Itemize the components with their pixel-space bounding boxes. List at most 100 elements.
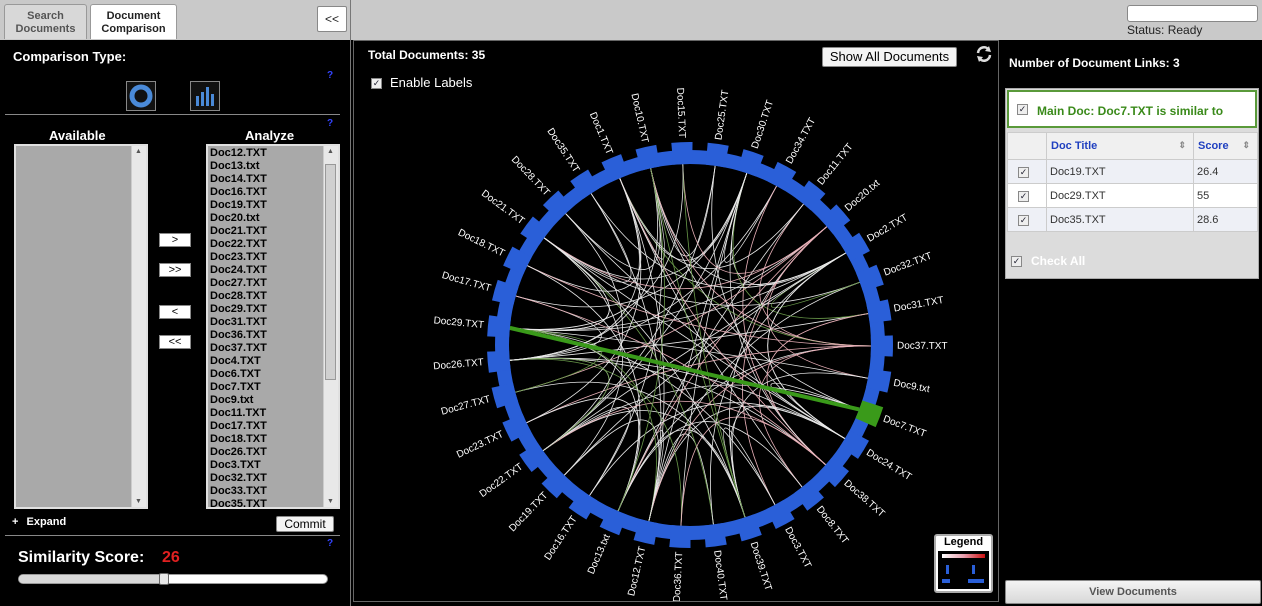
chord-link[interactable]: [742, 185, 826, 466]
node-label[interactable]: Doc17.TXT: [441, 270, 493, 294]
list-item[interactable]: Doc28.TXT: [208, 290, 338, 303]
chord-link[interactable]: [619, 178, 826, 466]
list-item[interactable]: Doc32.TXT: [208, 472, 338, 485]
list-item[interactable]: Doc17.TXT: [208, 420, 338, 433]
node-label[interactable]: Doc30.TXT: [750, 99, 776, 150]
node-label[interactable]: Doc13.txt: [586, 533, 613, 576]
similarity-slider[interactable]: [18, 573, 328, 585]
list-item[interactable]: Doc21.TXT: [208, 225, 338, 238]
list-item[interactable]: Doc16.TXT: [208, 186, 338, 199]
node-label[interactable]: Doc24.TXT: [864, 447, 913, 483]
row-checkbox[interactable]: ✓: [1018, 215, 1029, 226]
scroll-thumb[interactable]: [325, 164, 336, 380]
collapse-panel-button[interactable]: <<: [317, 6, 347, 32]
list-item[interactable]: Doc11.TXT: [208, 407, 338, 420]
row-checkbox[interactable]: ✓: [1018, 167, 1029, 178]
doc-title-column-header[interactable]: Doc Title ⇕: [1046, 132, 1194, 160]
list-item[interactable]: Doc6.TXT: [208, 368, 338, 381]
tab-document-comparison[interactable]: Document Comparison: [90, 4, 177, 39]
chord-link[interactable]: [527, 265, 872, 347]
expand-toggle[interactable]: + Expand: [12, 516, 66, 528]
node-label[interactable]: Doc29.TXT: [433, 315, 484, 331]
chord-link[interactable]: [509, 357, 846, 439]
node-label[interactable]: Doc39.TXT: [748, 541, 774, 593]
node-label[interactable]: Doc32.TXT: [882, 251, 933, 279]
node-label[interactable]: Doc38.TXT: [841, 478, 886, 520]
node-label[interactable]: Doc31.TXT: [893, 295, 945, 315]
main-doc-checkbox[interactable]: ✓: [1017, 104, 1028, 115]
list-item[interactable]: Doc3.TXT: [208, 459, 338, 472]
node-label[interactable]: Doc35.TXT: [544, 126, 581, 174]
tab-search-documents[interactable]: Search Documents: [4, 4, 87, 39]
commit-button[interactable]: Commit: [276, 516, 334, 532]
node-label[interactable]: Doc11.TXT: [816, 142, 856, 188]
help-icon[interactable]: ?: [327, 118, 333, 129]
check-all-checkbox[interactable]: ✓: [1011, 256, 1022, 267]
node-label[interactable]: Doc10.TXT: [628, 92, 650, 144]
node-label[interactable]: Doc16.TXT: [543, 514, 580, 562]
node-arc[interactable]: [487, 315, 511, 338]
chord-link[interactable]: [650, 168, 847, 285]
analyze-list[interactable]: Doc12.TXT Doc13.txt Doc14.TXT Doc16.TXT Doc1…: [206, 144, 340, 509]
list-item[interactable]: Doc26.TXT: [208, 446, 338, 459]
table-row[interactable]: ✓ Doc29.TXT 55: [1007, 183, 1258, 208]
list-item[interactable]: Doc33.TXT: [208, 485, 338, 498]
list-item[interactable]: Doc31.TXT: [208, 316, 338, 329]
chord-link[interactable]: [619, 178, 803, 488]
list-item[interactable]: Doc18.TXT: [208, 433, 338, 446]
node-label[interactable]: Doc34.TXT: [784, 116, 818, 166]
chord-link[interactable]: [680, 416, 826, 526]
node-label[interactable]: Doc9.txt: [892, 378, 930, 396]
node-label[interactable]: Doc2.TXT: [866, 212, 910, 244]
list-item[interactable]: Doc23.TXT: [208, 251, 338, 264]
list-item[interactable]: Doc13.txt: [208, 160, 338, 173]
slider-thumb[interactable]: [158, 573, 169, 585]
node-label[interactable]: Doc23.TXT: [455, 429, 505, 461]
view-documents-button[interactable]: View Documents: [1005, 580, 1261, 604]
list-item[interactable]: Doc24.TXT: [208, 264, 338, 277]
node-label[interactable]: Doc7.TXT: [881, 414, 927, 440]
status-field[interactable]: [1127, 5, 1258, 22]
chord-diagram[interactable]: Doc25.TXT Doc30.TXT Doc34.TXTDoc11.TXTDoc2…: [354, 41, 998, 601]
node-arc[interactable]: [703, 523, 727, 548]
node-label[interactable]: Doc28.TXT: [509, 154, 552, 198]
move-right-button[interactable]: >: [159, 233, 191, 247]
bar-view-button[interactable]: [190, 81, 220, 111]
node-label[interactable]: Doc20.txt: [843, 178, 882, 214]
list-item[interactable]: Doc22.TXT: [208, 238, 338, 251]
list-item[interactable]: Doc19.TXT: [208, 199, 338, 212]
node-label[interactable]: Doc12.TXT: [626, 545, 648, 597]
node-label[interactable]: Doc36.TXT: [672, 551, 686, 601]
list-item[interactable]: Doc29.TXT: [208, 303, 338, 316]
node-label[interactable]: Doc22.TXT: [478, 461, 525, 499]
node-label[interactable]: Doc21.TXT: [479, 188, 526, 227]
node-label[interactable]: Doc1.TXT: [587, 111, 615, 157]
list-item[interactable]: Doc7.TXT: [208, 381, 338, 394]
node-label[interactable]: Doc37.TXT: [897, 341, 948, 352]
help-icon[interactable]: ?: [327, 538, 333, 549]
table-row[interactable]: ✓ Doc19.TXT 26.4: [1007, 159, 1258, 184]
list-item[interactable]: Doc12.TXT: [208, 147, 338, 160]
list-item[interactable]: Doc35.TXT: [208, 498, 338, 507]
available-scrollbar[interactable]: ▲ ▼: [131, 146, 146, 507]
list-item[interactable]: Doc20.txt: [208, 212, 338, 225]
legend-box[interactable]: Legend: [934, 534, 993, 593]
chord-link[interactable]: [767, 252, 847, 439]
node-label[interactable]: Doc15.TXT: [674, 87, 687, 138]
node-arc[interactable]: [671, 142, 693, 165]
chord-link[interactable]: [617, 421, 803, 512]
help-icon[interactable]: ?: [327, 70, 333, 81]
table-row[interactable]: ✓ Doc35.TXT 28.6: [1007, 207, 1258, 232]
list-item[interactable]: Doc9.txt: [208, 394, 338, 407]
node-arc[interactable]: [669, 525, 691, 548]
circular-view-button[interactable]: [126, 81, 156, 111]
node-label[interactable]: Doc26.TXT: [433, 357, 484, 372]
list-item[interactable]: Doc27.TXT: [208, 277, 338, 290]
node-label[interactable]: Doc40.TXT: [711, 550, 728, 601]
row-checkbox[interactable]: ✓: [1018, 191, 1029, 202]
list-item[interactable]: Doc37.TXT: [208, 342, 338, 355]
chord-link[interactable]: [767, 252, 847, 439]
node-label[interactable]: Doc8.TXT: [814, 504, 851, 546]
list-item[interactable]: Doc4.TXT: [208, 355, 338, 368]
node-label[interactable]: Doc27.TXT: [440, 394, 492, 418]
